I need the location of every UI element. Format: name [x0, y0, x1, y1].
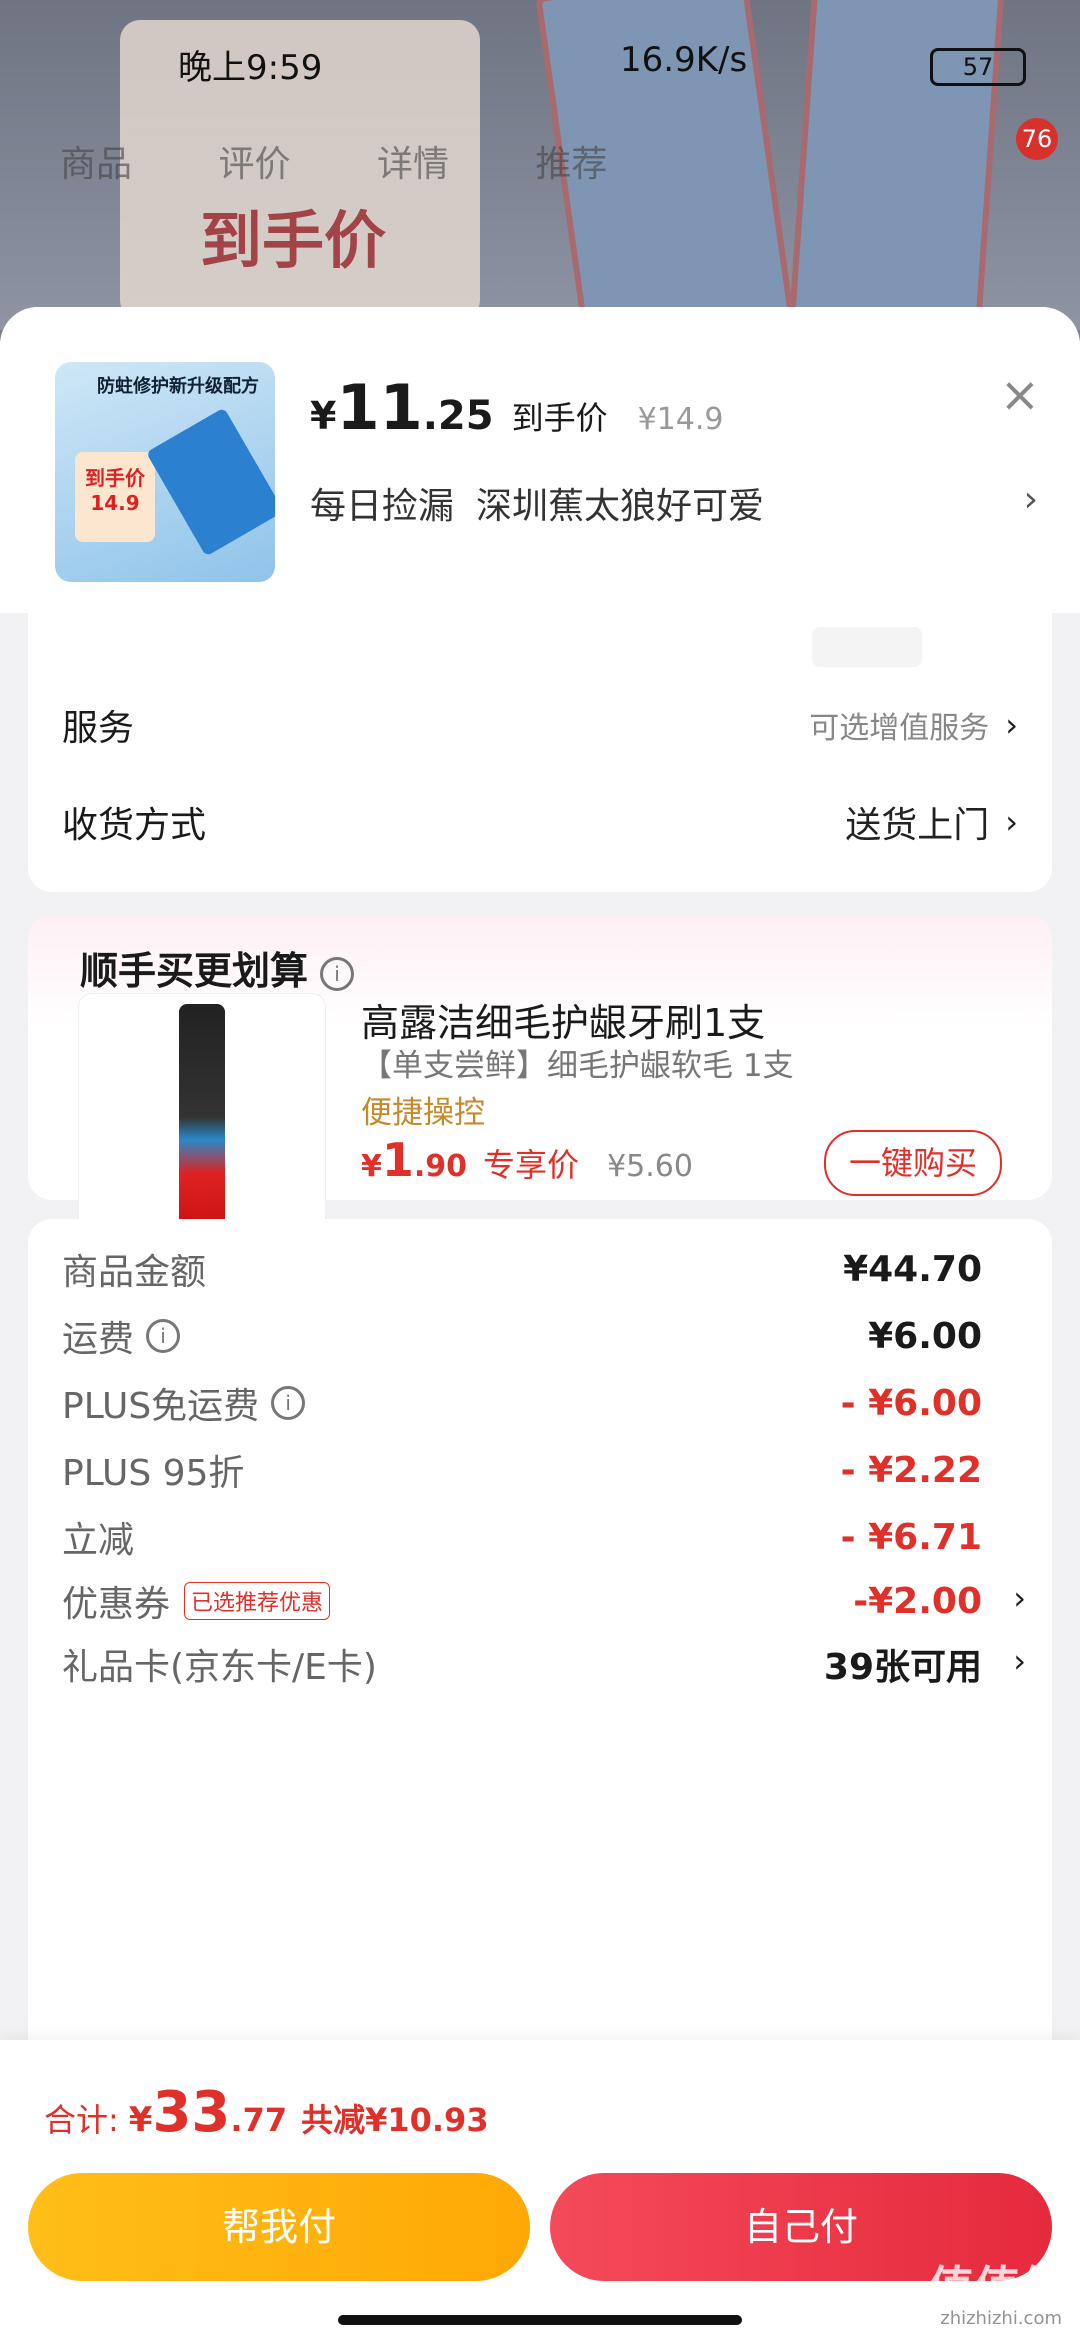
price-integer: 11 [336, 371, 423, 444]
service-row[interactable]: 服务 可选增值服务 › [62, 695, 1018, 755]
shop-info[interactable]: 每日捡漏 深圳蕉太狼好可爱 [310, 477, 764, 529]
checkout-bar: 合计: ¥ 33 .77 共减¥10.93 帮我付 自己付 [0, 2040, 1080, 2340]
price-decimal: .90 [413, 1149, 468, 1184]
chevron-right-icon[interactable]: › [1024, 479, 1038, 520]
coupon-tag: 已选推荐优惠 [184, 1582, 331, 1620]
chevron-right-icon[interactable]: › [1013, 1642, 1026, 1680]
chevron-right-icon: › [1005, 706, 1018, 744]
fee-label: 立减 [62, 1520, 135, 1561]
delivery-value: 送货上门 › [845, 796, 1018, 848]
fee-label: 礼品卡(京东卡/E卡) [62, 1647, 377, 1688]
fee-label-text: PLUS免运费 [62, 1386, 260, 1427]
delivery-label: 收货方式 [62, 805, 207, 846]
quantity-stepper[interactable] [812, 627, 922, 667]
fee-value: - ¥6.71 [840, 1516, 982, 1558]
thumbnail-price: 到手价 14.9 [75, 452, 155, 542]
fee-label: 运费 i [62, 1310, 181, 1362]
fee-value: ¥44.70 [843, 1248, 982, 1290]
coupon-row[interactable]: 优惠券 已选推荐优惠 -¥2.00 [62, 1571, 982, 1631]
final-price: ¥ 11 .25 到手价 ¥14.9 [310, 371, 724, 444]
currency-symbol: ¥ [361, 1149, 382, 1184]
tab-details[interactable]: 详情 [377, 144, 449, 185]
fee-label: 优惠券 已选推荐优惠 [62, 1575, 331, 1627]
status-bar: 晚上9:59 16.9K/s 57 [0, 30, 1080, 90]
total-integer: 33 [152, 2080, 231, 2145]
product-tabs: 商品 评价 详情 推荐 [60, 135, 682, 187]
price-decimal: .25 [422, 393, 494, 439]
info-icon[interactable]: i [271, 1386, 306, 1420]
original-price: ¥5.60 [607, 1149, 693, 1184]
clock: 晚上9:59 [178, 48, 323, 88]
info-icon[interactable]: i [146, 1319, 181, 1353]
fee-label: PLUS 95折 [62, 1453, 245, 1494]
fee-label-text: 运费 [62, 1319, 135, 1360]
addon-product-tag: 便捷操控 [361, 1095, 485, 1131]
price-label: 到手价 [511, 399, 608, 437]
poster-text: 到手价 [200, 204, 387, 277]
tab-product[interactable]: 商品 [60, 144, 132, 185]
delivery-row[interactable]: 收货方式 送货上门 › [62, 792, 1018, 852]
thumbnail-caption: 防蛀修护新升级配方 [97, 376, 259, 397]
fee-label: PLUS免运费 i [62, 1377, 306, 1429]
gift-card-row[interactable]: 礼品卡(京东卡/E卡) 39张可用 [62, 1634, 982, 1694]
total-label: 合计: [44, 2101, 119, 2139]
addon-title-text: 顺手买更划算 [80, 949, 309, 993]
original-price: ¥14.9 [637, 402, 724, 437]
network-speed: 16.9K/s [620, 40, 748, 80]
purchase-sheet: 防蛀修护新升级配方 到手价 14.9 ¥ 11 .25 到手价 ¥14.9 × … [0, 307, 1080, 2340]
fee-value: - ¥2.22 [840, 1449, 982, 1491]
addon-title: 顺手买更划算 i [80, 940, 355, 995]
addon-product-desc: 【单支尝鲜】细毛护龈软毛 1支 [361, 1048, 794, 1084]
help-me-pay-button[interactable]: 帮我付 [28, 2173, 530, 2281]
fee-row: 商品金额 ¥44.70 [62, 1239, 982, 1299]
toothbrush-image[interactable] [78, 993, 326, 1241]
fee-row: 立减 - ¥6.71 [62, 1507, 982, 1567]
chevron-right-icon[interactable]: › [1013, 1579, 1026, 1617]
one-click-buy-button[interactable]: 一键购买 [824, 1130, 1002, 1196]
tab-reviews[interactable]: 评价 [218, 144, 290, 185]
tab-recommend[interactable]: 推荐 [535, 144, 607, 185]
price-integer: 1 [381, 1133, 414, 1187]
info-icon[interactable]: i [320, 956, 355, 991]
addon-price: ¥ 1 .90 专享价 ¥5.60 [361, 1133, 693, 1187]
service-label: 服务 [62, 708, 135, 749]
service-value-text: 可选增值服务 [809, 711, 990, 746]
total-amount: 合计: ¥ 33 .77 共减¥10.93 [44, 2080, 489, 2145]
product-thumbnail: 防蛀修护新升级配方 到手价 14.9 [55, 362, 275, 582]
total-savings: 共减¥10.93 [301, 2101, 489, 2139]
price-label: 专享价 [483, 1146, 580, 1184]
sheet-header: 防蛀修护新升级配方 到手价 14.9 ¥ 11 .25 到手价 ¥14.9 × … [0, 307, 1080, 613]
toothbrush-shape [179, 1004, 225, 1230]
fee-label: 商品金额 [62, 1252, 207, 1293]
service-value: 可选增值服务 › [809, 703, 1018, 747]
addon-product-title[interactable]: 高露洁细毛护龈牙刷1支 [361, 992, 765, 1047]
fee-value: 39张可用 [823, 1647, 982, 1688]
fee-label-text: 优惠券 [62, 1584, 171, 1625]
close-icon[interactable]: × [1000, 367, 1040, 423]
shop-label: 每日捡漏 [310, 486, 455, 527]
toothpaste-tube-image [146, 407, 275, 557]
total-decimal: .77 [230, 2101, 288, 2139]
fee-row: PLUS 95折 - ¥2.22 [62, 1440, 982, 1500]
addon-card: 顺手买更划算 i 高露洁细毛护龈牙刷1支 【单支尝鲜】细毛护龈软毛 1支 便捷操控… [28, 915, 1052, 1241]
currency-symbol: ¥ [128, 2100, 153, 2140]
fee-value: -¥2.00 [853, 1580, 982, 1622]
delivery-value-text: 送货上门 [845, 805, 990, 846]
home-indicator[interactable] [338, 2315, 742, 2325]
fee-row: PLUS免运费 i - ¥6.00 [62, 1373, 982, 1433]
shop-name: 深圳蕉太狼好可爱 [476, 486, 765, 527]
fee-row: 运费 i ¥6.00 [62, 1306, 982, 1366]
watermark-url: zhizhizhi.com [940, 2308, 1062, 2329]
battery-icon: 57 [930, 48, 1026, 86]
cart-count-badge: 76 [1016, 118, 1058, 160]
fee-value: ¥6.00 [868, 1315, 982, 1357]
currency-symbol: ¥ [310, 394, 337, 438]
fee-value: - ¥6.00 [840, 1382, 982, 1424]
chevron-right-icon: › [1005, 803, 1018, 841]
